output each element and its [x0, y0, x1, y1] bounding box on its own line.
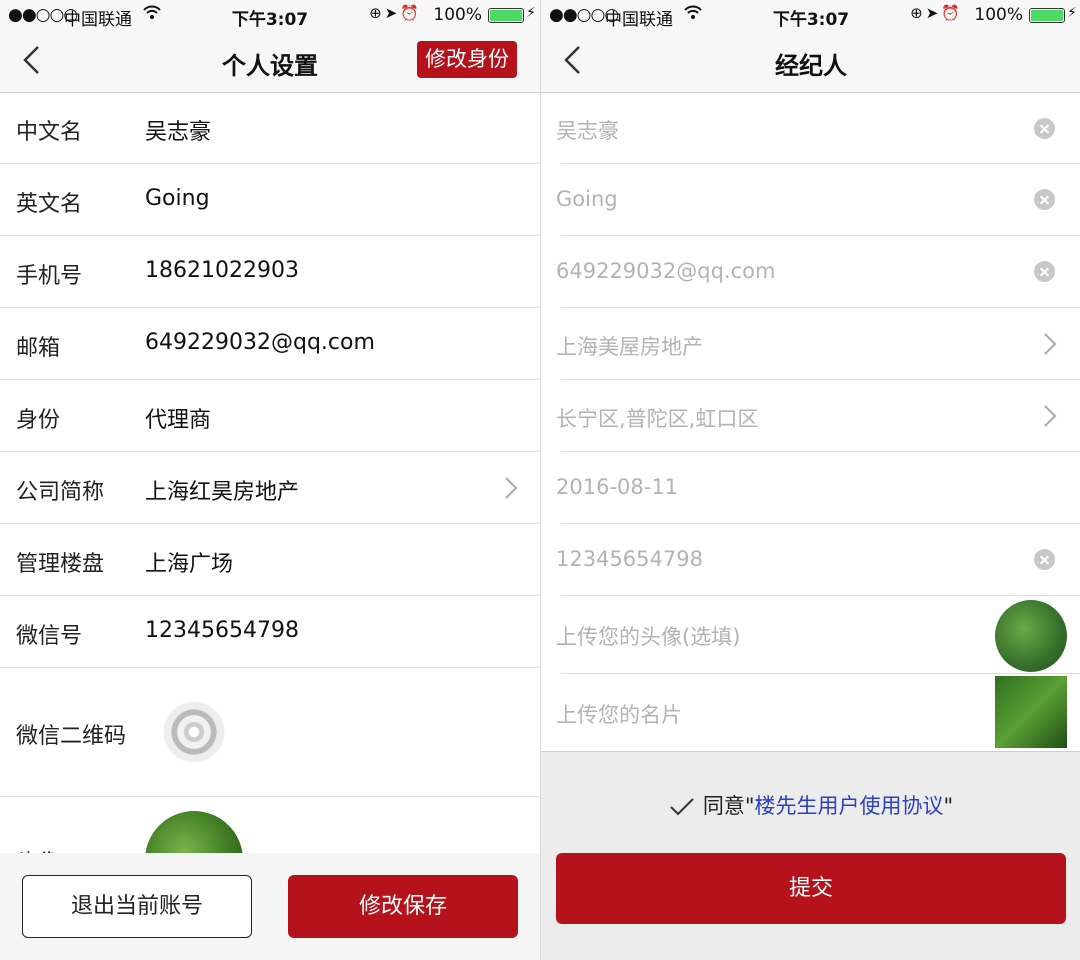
row-label: 身份 [16, 408, 61, 433]
row-label: 邮箱 [16, 336, 61, 361]
status-bar: ●●○○○ 中国联通 下午3:07 ⊕➤⏰ 100% ⚡ [0, 0, 540, 30]
bottom-action-bar: 退出当前账号 修改保存 [0, 853, 540, 960]
submit-button[interactable]: 提交 [556, 853, 1066, 924]
chevron-right-icon [504, 476, 518, 500]
clear-icon[interactable] [1034, 118, 1055, 139]
battery-icon [1029, 8, 1065, 23]
field-value: 2016-08-11 [556, 475, 679, 499]
alarm-icon: ⏰ [941, 4, 963, 22]
row-label: 管理楼盘 [16, 552, 105, 577]
chinese-name-row[interactable]: 中文名 吴志豪 [0, 93, 540, 164]
row-value: 12345654798 [145, 618, 299, 643]
clear-icon[interactable] [1034, 549, 1055, 570]
change-role-button[interactable]: 修改身份 [417, 41, 517, 78]
logout-button[interactable]: 退出当前账号 [22, 875, 252, 938]
phone-row[interactable]: 手机号 18621022903 [0, 236, 540, 308]
wechat-qrcode-row[interactable]: 微信二维码 [0, 668, 540, 797]
battery-percentage: 100% [433, 5, 482, 25]
agreement-prefix: 同意" [702, 794, 755, 818]
row-label: 微信号 [16, 624, 83, 649]
personal-settings-screen: ●●○○○ 中国联通 下午3:07 ⊕➤⏰ 100% ⚡ 个人设置 修改身份 中… [0, 0, 540, 960]
avatar-thumbnail[interactable] [995, 600, 1067, 672]
row-label: 英文名 [16, 192, 83, 217]
identity-row[interactable]: 身份 代理商 [0, 380, 540, 452]
location-arrow-icon: ➤ [384, 4, 401, 22]
field-value: 长宁区,普陀区,虹口区 [556, 407, 759, 431]
field-value: 上传您的名片 [556, 703, 682, 727]
page-title: 经纪人 [775, 52, 847, 80]
field-value: 吴志豪 [556, 119, 619, 143]
status-icons: ⊕➤⏰ [910, 4, 963, 22]
district-select-field[interactable]: 长宁区,普陀区,虹口区 [541, 380, 1080, 452]
email-field[interactable]: 649229032@qq.com [541, 236, 1080, 308]
user-agreement-link[interactable]: 楼先生用户使用协议 [755, 794, 944, 818]
checkmark-icon[interactable] [669, 797, 695, 817]
chinese-name-field[interactable]: 吴志豪 [541, 93, 1080, 164]
wechat-id-field[interactable]: 12345654798 [541, 524, 1080, 596]
row-value: Going [145, 186, 210, 211]
email-row[interactable]: 邮箱 649229032@qq.com [0, 308, 540, 380]
battery-icon [488, 8, 524, 23]
agreement-line: 同意"楼先生用户使用协议" [541, 790, 1080, 820]
field-value: 上传您的头像(选填) [556, 625, 741, 649]
managed-property-row[interactable]: 管理楼盘 上海广场 [0, 524, 540, 596]
agent-form-screen: ●●○○○ 中国联通 下午3:07 ⊕➤⏰ 100% ⚡ 经纪人 吴志豪 Goi… [540, 0, 1080, 960]
agreement-footer: 同意"楼先生用户使用协议" 提交 [541, 751, 1080, 960]
row-label: 公司简称 [16, 480, 105, 505]
row-label: 微信二维码 [16, 724, 127, 749]
navigation-bar: 个人设置 修改身份 [0, 30, 540, 93]
rotation-lock-icon: ⊕ [910, 4, 926, 22]
row-value: 18621022903 [145, 258, 299, 283]
row-value: 代理商 [145, 408, 212, 433]
alarm-icon: ⏰ [400, 4, 422, 22]
clear-icon[interactable] [1034, 189, 1055, 210]
english-name-row[interactable]: 英文名 Going [0, 164, 540, 236]
charging-bolt-icon: ⚡ [1067, 5, 1077, 21]
chevron-right-icon [1043, 332, 1057, 361]
field-value: 12345654798 [556, 547, 703, 571]
field-value: 649229032@qq.com [556, 259, 776, 283]
date-field[interactable]: 2016-08-11 [541, 452, 1080, 524]
rotation-lock-icon: ⊕ [369, 4, 385, 22]
row-value: 649229032@qq.com [145, 330, 375, 355]
status-icons: ⊕➤⏰ [369, 4, 422, 22]
qrcode-image[interactable] [160, 698, 228, 766]
business-card-thumbnail[interactable] [995, 676, 1067, 748]
row-value: 上海广场 [145, 552, 234, 577]
location-arrow-icon: ➤ [925, 4, 942, 22]
business-card-upload-field[interactable]: 上传您的名片 [541, 674, 1080, 751]
field-value: Going [556, 187, 618, 211]
save-changes-button[interactable]: 修改保存 [288, 875, 518, 938]
status-bar: ●●○○○ 中国联通 下午3:07 ⊕➤⏰ 100% ⚡ [541, 0, 1080, 30]
company-row[interactable]: 公司简称 上海红昊房地产 [0, 452, 540, 524]
avatar-upload-field[interactable]: 上传您的头像(选填) [541, 596, 1080, 674]
clear-icon[interactable] [1034, 261, 1055, 282]
row-value: 上海红昊房地产 [145, 480, 300, 505]
row-label: 手机号 [16, 264, 83, 289]
wechat-id-row[interactable]: 微信号 12345654798 [0, 596, 540, 668]
company-select-field[interactable]: 上海美屋房地产 [541, 308, 1080, 380]
row-value: 吴志豪 [145, 120, 212, 145]
field-value: 上海美屋房地产 [556, 335, 703, 359]
navigation-bar: 经纪人 [541, 30, 1080, 93]
battery-percentage: 100% [974, 5, 1023, 25]
agreement-suffix: " [943, 794, 954, 818]
charging-bolt-icon: ⚡ [526, 5, 536, 21]
english-name-field[interactable]: Going [541, 164, 1080, 236]
row-label: 中文名 [16, 120, 83, 145]
chevron-right-icon [1043, 404, 1057, 433]
